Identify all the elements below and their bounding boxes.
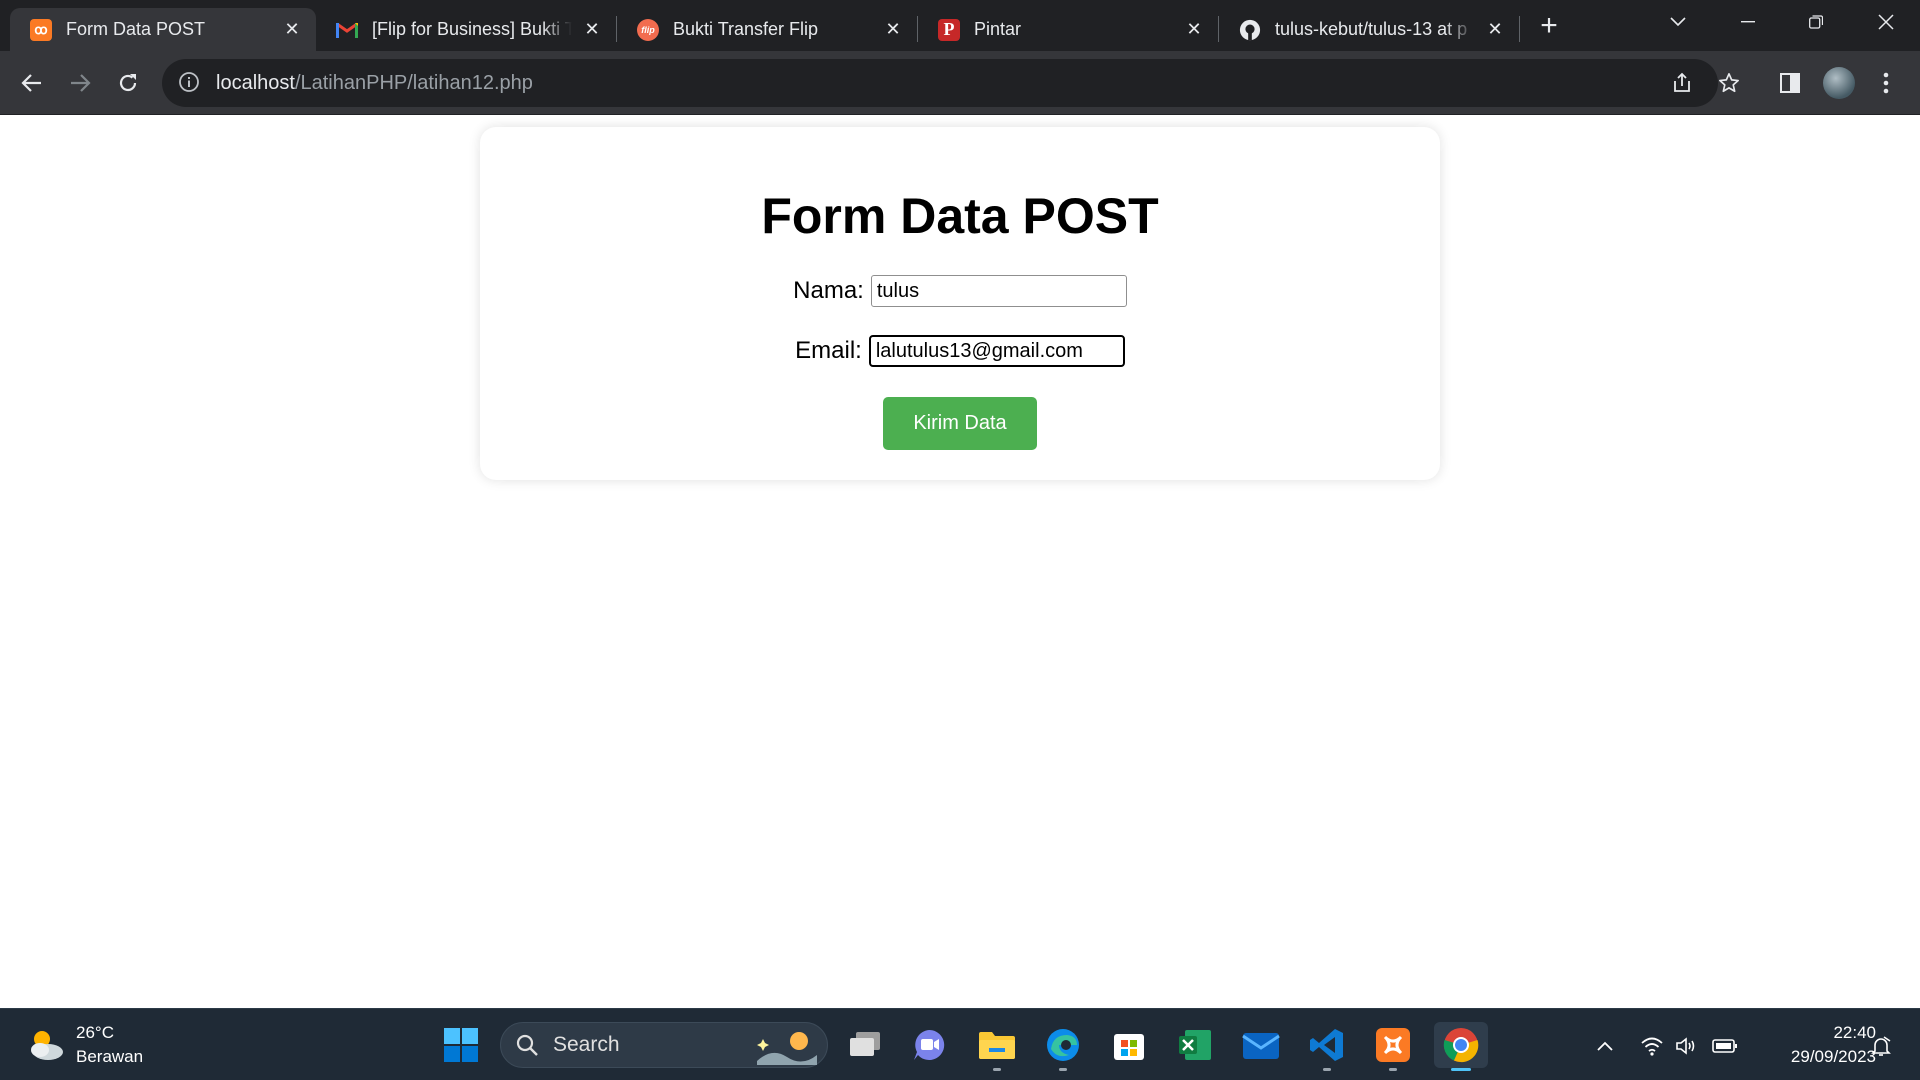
weather-widget[interactable]: 26°C Berawan [26,1021,143,1069]
email-input[interactable] [868,335,1125,367]
excel-icon[interactable] [1172,1022,1218,1068]
back-button[interactable] [14,65,50,101]
edge-icon[interactable] [1040,1022,1086,1071]
tab-gmail[interactable]: [Flip for Business] Bukti Transfer ✕ [316,8,616,51]
chrome-icon[interactable] [1434,1022,1488,1071]
url-text: localhost/LatihanPHP/latihan12.php [216,72,533,95]
bookmark-star-icon[interactable] [1711,65,1747,101]
profile-avatar[interactable] [1823,67,1855,99]
task-view-icon[interactable] [842,1022,888,1068]
pintar-icon: P [938,18,960,41]
close-icon[interactable]: ✕ [280,18,304,42]
browser-toolbar: localhost/LatihanPHP/latihan12.php [0,51,1920,115]
running-indicator [993,1068,1001,1071]
address-bar[interactable]: localhost/LatihanPHP/latihan12.php [162,59,1718,107]
cloudy-weather-icon [26,1025,66,1065]
clock-time: 22:40 [1833,1023,1876,1042]
minimize-button[interactable] [1718,0,1778,44]
side-panel-icon[interactable] [1772,65,1808,101]
tab-pintar[interactable]: P Pintar ✕ [918,8,1218,51]
tab-title: tulus-kebut/tulus-13 at p [1275,19,1468,39]
tab-flip[interactable]: flip Bukti Transfer Flip ✕ [617,8,917,51]
search-icon [516,1034,538,1056]
url-host: localhost [216,71,295,94]
github-icon [1239,19,1261,41]
vscode-icon[interactable] [1304,1022,1350,1071]
url-path: /LatihanPHP/latihan12.php [294,71,533,94]
tab-strip: ꝏ Form Data POST ✕ [Flip for Business] B… [0,0,1920,51]
tab-form-data-post[interactable]: ꝏ Form Data POST ✕ [10,8,316,51]
tab-title: Bukti Transfer Flip [673,19,819,39]
clock-date: 29/09/2023 [1790,1047,1876,1066]
close-icon[interactable]: ✕ [881,18,905,42]
running-indicator [1389,1068,1397,1071]
windows-taskbar: 26°C Berawan Search 22:40 29/09/2023 [0,1008,1920,1080]
forward-button[interactable] [62,65,98,101]
xampp-icon: ꝏ [30,18,52,41]
tab-github[interactable]: tulus-kebut/tulus-13 at p ✕ [1219,8,1519,51]
weather-condition: Berawan [76,1047,144,1066]
system-clock[interactable]: 22:40 29/09/2023 [1752,1021,1876,1069]
microsoft-store-icon[interactable] [1106,1022,1152,1068]
active-indicator [1451,1068,1471,1071]
nama-row: Nama: [480,275,1440,307]
close-window-button[interactable] [1856,0,1916,44]
search-placeholder: Search [553,1033,620,1056]
wifi-icon[interactable] [1637,1031,1667,1061]
tab-title: Form Data POST [66,19,206,39]
tab-title: [Flip for Business] Bukti Transfer [372,19,572,39]
share-icon[interactable] [1664,65,1700,101]
temperature: 26°C [76,1023,114,1042]
menu-kebab-icon[interactable] [1868,65,1904,101]
search-highlight-icon [757,1027,817,1070]
volume-icon[interactable] [1672,1031,1702,1061]
file-explorer-icon[interactable] [974,1022,1020,1071]
flip-icon: flip [637,18,659,41]
tab-separator [1519,16,1520,42]
close-icon[interactable]: ✕ [1483,18,1507,42]
start-button[interactable] [438,1022,484,1068]
nama-input[interactable] [870,275,1127,307]
taskbar-search[interactable]: Search [500,1022,828,1068]
weather-text: 26°C Berawan [76,1021,143,1069]
battery-icon[interactable] [1710,1031,1740,1061]
mail-icon[interactable] [1238,1022,1284,1068]
xampp-icon[interactable] [1370,1022,1416,1071]
restore-button[interactable] [1786,0,1846,44]
email-label: Email: [795,337,862,364]
notification-bell-icon[interactable] [1866,1031,1896,1061]
close-icon[interactable]: ✕ [1182,18,1206,42]
reload-button[interactable] [110,65,146,101]
new-tab-button[interactable]: + [1531,8,1567,44]
form-card: Form Data POST Nama: Email: Kirim Data [480,127,1440,480]
hidden-icons-chevron-icon[interactable] [1590,1031,1620,1061]
gmail-icon [336,19,358,41]
teams-chat-icon[interactable] [906,1022,952,1068]
kirim-data-button[interactable]: Kirim Data [883,397,1037,450]
site-info-icon[interactable] [178,71,202,95]
running-indicator [1323,1068,1331,1071]
nama-label: Nama: [793,277,864,304]
page-title: Form Data POST [761,188,1159,244]
running-indicator [1059,1068,1067,1071]
tab-title: Pintar [974,19,1022,39]
tab-search-chevron-icon[interactable] [1648,0,1708,44]
close-icon[interactable]: ✕ [580,18,604,42]
email-row: Email: [480,335,1440,367]
